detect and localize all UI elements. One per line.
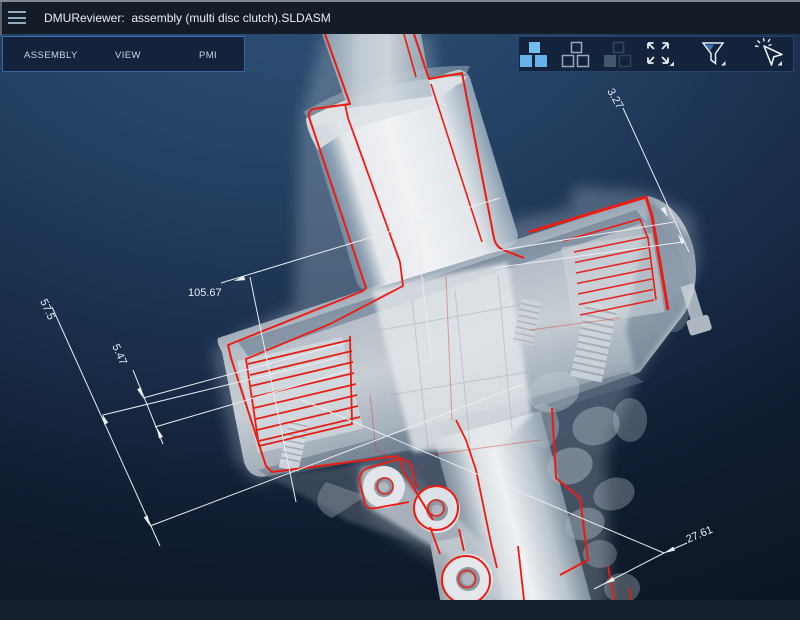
svg-text:105.67: 105.67 [188, 287, 222, 299]
